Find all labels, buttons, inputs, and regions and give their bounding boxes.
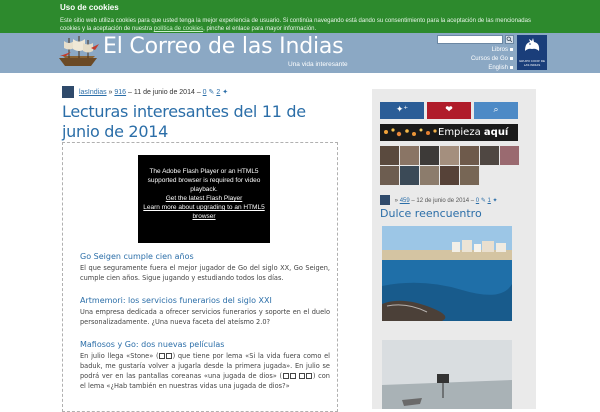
header-link-cursos-label: Cursos de Go xyxy=(470,56,508,62)
site-title[interactable]: El Correo de las Indias xyxy=(103,34,344,59)
heart-icon: ❤ xyxy=(445,105,453,115)
site-tagline: Una vida interesante xyxy=(288,61,348,68)
author-avatar[interactable] xyxy=(380,146,399,165)
entry-text: El que seguramente fuera el mejor jugado… xyxy=(80,264,330,282)
sidebar-post-meta: » 459 – 12 de junio de 2014 – 0 ✎ 1 ✦ xyxy=(380,195,530,207)
header-link-english-label: English xyxy=(488,65,508,71)
banner-label: Empieza xyxy=(438,127,481,138)
bird-icon: ✦ xyxy=(222,89,229,96)
post-body: The Adobe Flash Player or an HTML5 suppo… xyxy=(62,142,338,412)
views-link[interactable]: 916 xyxy=(114,89,126,96)
flash-message: The Adobe Flash Player or an HTML5 suppo… xyxy=(147,168,261,193)
video-placeholder: The Adobe Flash Player or an HTML5 suppo… xyxy=(138,155,270,243)
likes-link[interactable]: 2 xyxy=(216,89,220,96)
bullet-icon xyxy=(510,65,513,69)
sidebar-icon-row: ✦⁺ ❤ ⌕ xyxy=(380,102,518,119)
author-avatar[interactable] xyxy=(480,146,499,165)
post-date: 11 de junio de 2014 xyxy=(133,89,195,96)
entry-text: En julio llega «Stone» () que tiene por … xyxy=(80,351,330,391)
banner-label-bold: aquí xyxy=(483,127,509,138)
author-avatar[interactable] xyxy=(62,86,74,99)
entry-title[interactable]: Artmemori: los servicios funerarios del … xyxy=(80,295,330,306)
bullet-icon xyxy=(510,47,513,51)
views-link[interactable]: 459 xyxy=(400,198,410,204)
main-content: lasIndias » 916 – 11 de junio de 2014 – … xyxy=(62,86,342,412)
search-icon: ⌕ xyxy=(493,105,499,115)
author-avatar[interactable] xyxy=(420,166,439,185)
bullet-icon xyxy=(510,56,513,60)
post-title[interactable]: Lecturas interesantes del 11 de junio de… xyxy=(62,102,342,142)
lanterns-icon xyxy=(384,128,437,137)
author-avatar[interactable] xyxy=(440,166,459,185)
post-meta: lasIndias » 916 – 11 de junio de 2014 – … xyxy=(62,86,342,100)
author-avatar[interactable] xyxy=(380,166,399,185)
header-link-libros[interactable]: Libros xyxy=(450,46,513,55)
header-links: Libros Cursos de Go English xyxy=(450,46,513,73)
missing-glyph-icon xyxy=(306,373,313,379)
crest-logo[interactable]: GRUPO COOP. DE LAS INDIAS xyxy=(517,35,547,70)
comment-icon: ✎ xyxy=(208,89,215,96)
header-link-cursos[interactable]: Cursos de Go xyxy=(450,55,513,64)
cookie-policy-link[interactable]: política de cookies xyxy=(154,26,203,32)
entry-text-part: En julio llega «Stone» ( xyxy=(80,352,159,360)
coast-photo[interactable] xyxy=(382,226,512,321)
post-date: 12 de junio de 2014 xyxy=(416,198,470,204)
cookie-banner: Uso de cookies Este sitio web utiliza co… xyxy=(0,0,600,33)
header-link-libros-label: Libros xyxy=(491,47,508,53)
author-avatar[interactable] xyxy=(400,146,419,165)
ship-logo-icon[interactable] xyxy=(55,34,101,70)
search-input[interactable] xyxy=(437,35,503,44)
banner-text: Empieza aquí xyxy=(438,124,508,141)
sidebar-tile-tags[interactable]: ✦⁺ xyxy=(380,102,424,119)
comments-link[interactable]: 0 xyxy=(476,198,479,204)
likes-link[interactable]: 1 xyxy=(488,198,491,204)
sidebar-tile-favorites[interactable]: ❤ xyxy=(427,102,471,119)
author-avatar[interactable] xyxy=(380,195,390,206)
cookie-title: Uso de cookies xyxy=(60,3,119,12)
missing-glyph-icon xyxy=(289,373,296,379)
author-link[interactable]: lasIndias xyxy=(79,89,107,96)
entry-mafiosos: Mafiosos y Go: dos nuevas películas En j… xyxy=(80,339,330,391)
fishing-photo[interactable] xyxy=(382,340,512,409)
entry-artmemori: Artmemori: los servicios funerarios del … xyxy=(80,295,330,327)
search-button[interactable] xyxy=(505,35,514,44)
sidebar-tile-search[interactable]: ⌕ xyxy=(474,102,518,119)
crest-logo-icon xyxy=(525,38,540,51)
bird-icon: ✦ xyxy=(492,198,498,204)
missing-glyph-icon xyxy=(159,353,166,359)
entry-title[interactable]: Mafiosos y Go: dos nuevas películas xyxy=(80,339,330,350)
comments-link[interactable]: 0 xyxy=(203,89,207,96)
cookie-text: Este sitio web utiliza cookies para que … xyxy=(60,17,540,33)
search-icon xyxy=(506,36,513,43)
entry-go-seigen: Go Seigen cumple cien años El que segura… xyxy=(80,251,330,283)
author-avatar[interactable] xyxy=(500,146,519,165)
crest-text: GRUPO COOP. DE LAS INDIAS xyxy=(518,59,546,67)
site-header: El Correo de las Indias Una vida interes… xyxy=(0,33,600,73)
comment-icon: ✎ xyxy=(480,198,486,204)
tag-icon: ✦⁺ xyxy=(395,105,409,115)
entry-text: Una empresa dedicada a ofrecer servicios… xyxy=(80,308,330,326)
cookie-tail: , pinche el enlace para mayor informació… xyxy=(203,26,317,32)
author-avatar[interactable] xyxy=(460,166,479,185)
author-avatar[interactable] xyxy=(400,166,419,185)
html5-upgrade-link[interactable]: Learn more about upgrading to an HTML5 b… xyxy=(138,203,270,221)
sidebar: ✦⁺ ❤ ⌕ Empieza aquí » 459 – 12 de junio … xyxy=(372,89,536,409)
author-avatar[interactable] xyxy=(420,146,439,165)
author-grid xyxy=(380,146,519,186)
missing-glyph-icon xyxy=(299,373,306,379)
header-link-english[interactable]: English xyxy=(450,64,513,73)
flash-player-link[interactable]: Get the latest Flash Player xyxy=(138,194,270,203)
author-avatar[interactable] xyxy=(460,146,479,165)
empieza-banner[interactable]: Empieza aquí xyxy=(380,124,518,141)
entry-title[interactable]: Go Seigen cumple cien años xyxy=(80,251,330,262)
header-inner: El Correo de las Indias Una vida interes… xyxy=(55,33,550,73)
sidebar-post-title[interactable]: Dulce reencuentro xyxy=(380,207,482,220)
missing-glyph-icon xyxy=(282,373,289,379)
author-avatar[interactable] xyxy=(440,146,459,165)
missing-glyph-icon xyxy=(166,353,173,359)
